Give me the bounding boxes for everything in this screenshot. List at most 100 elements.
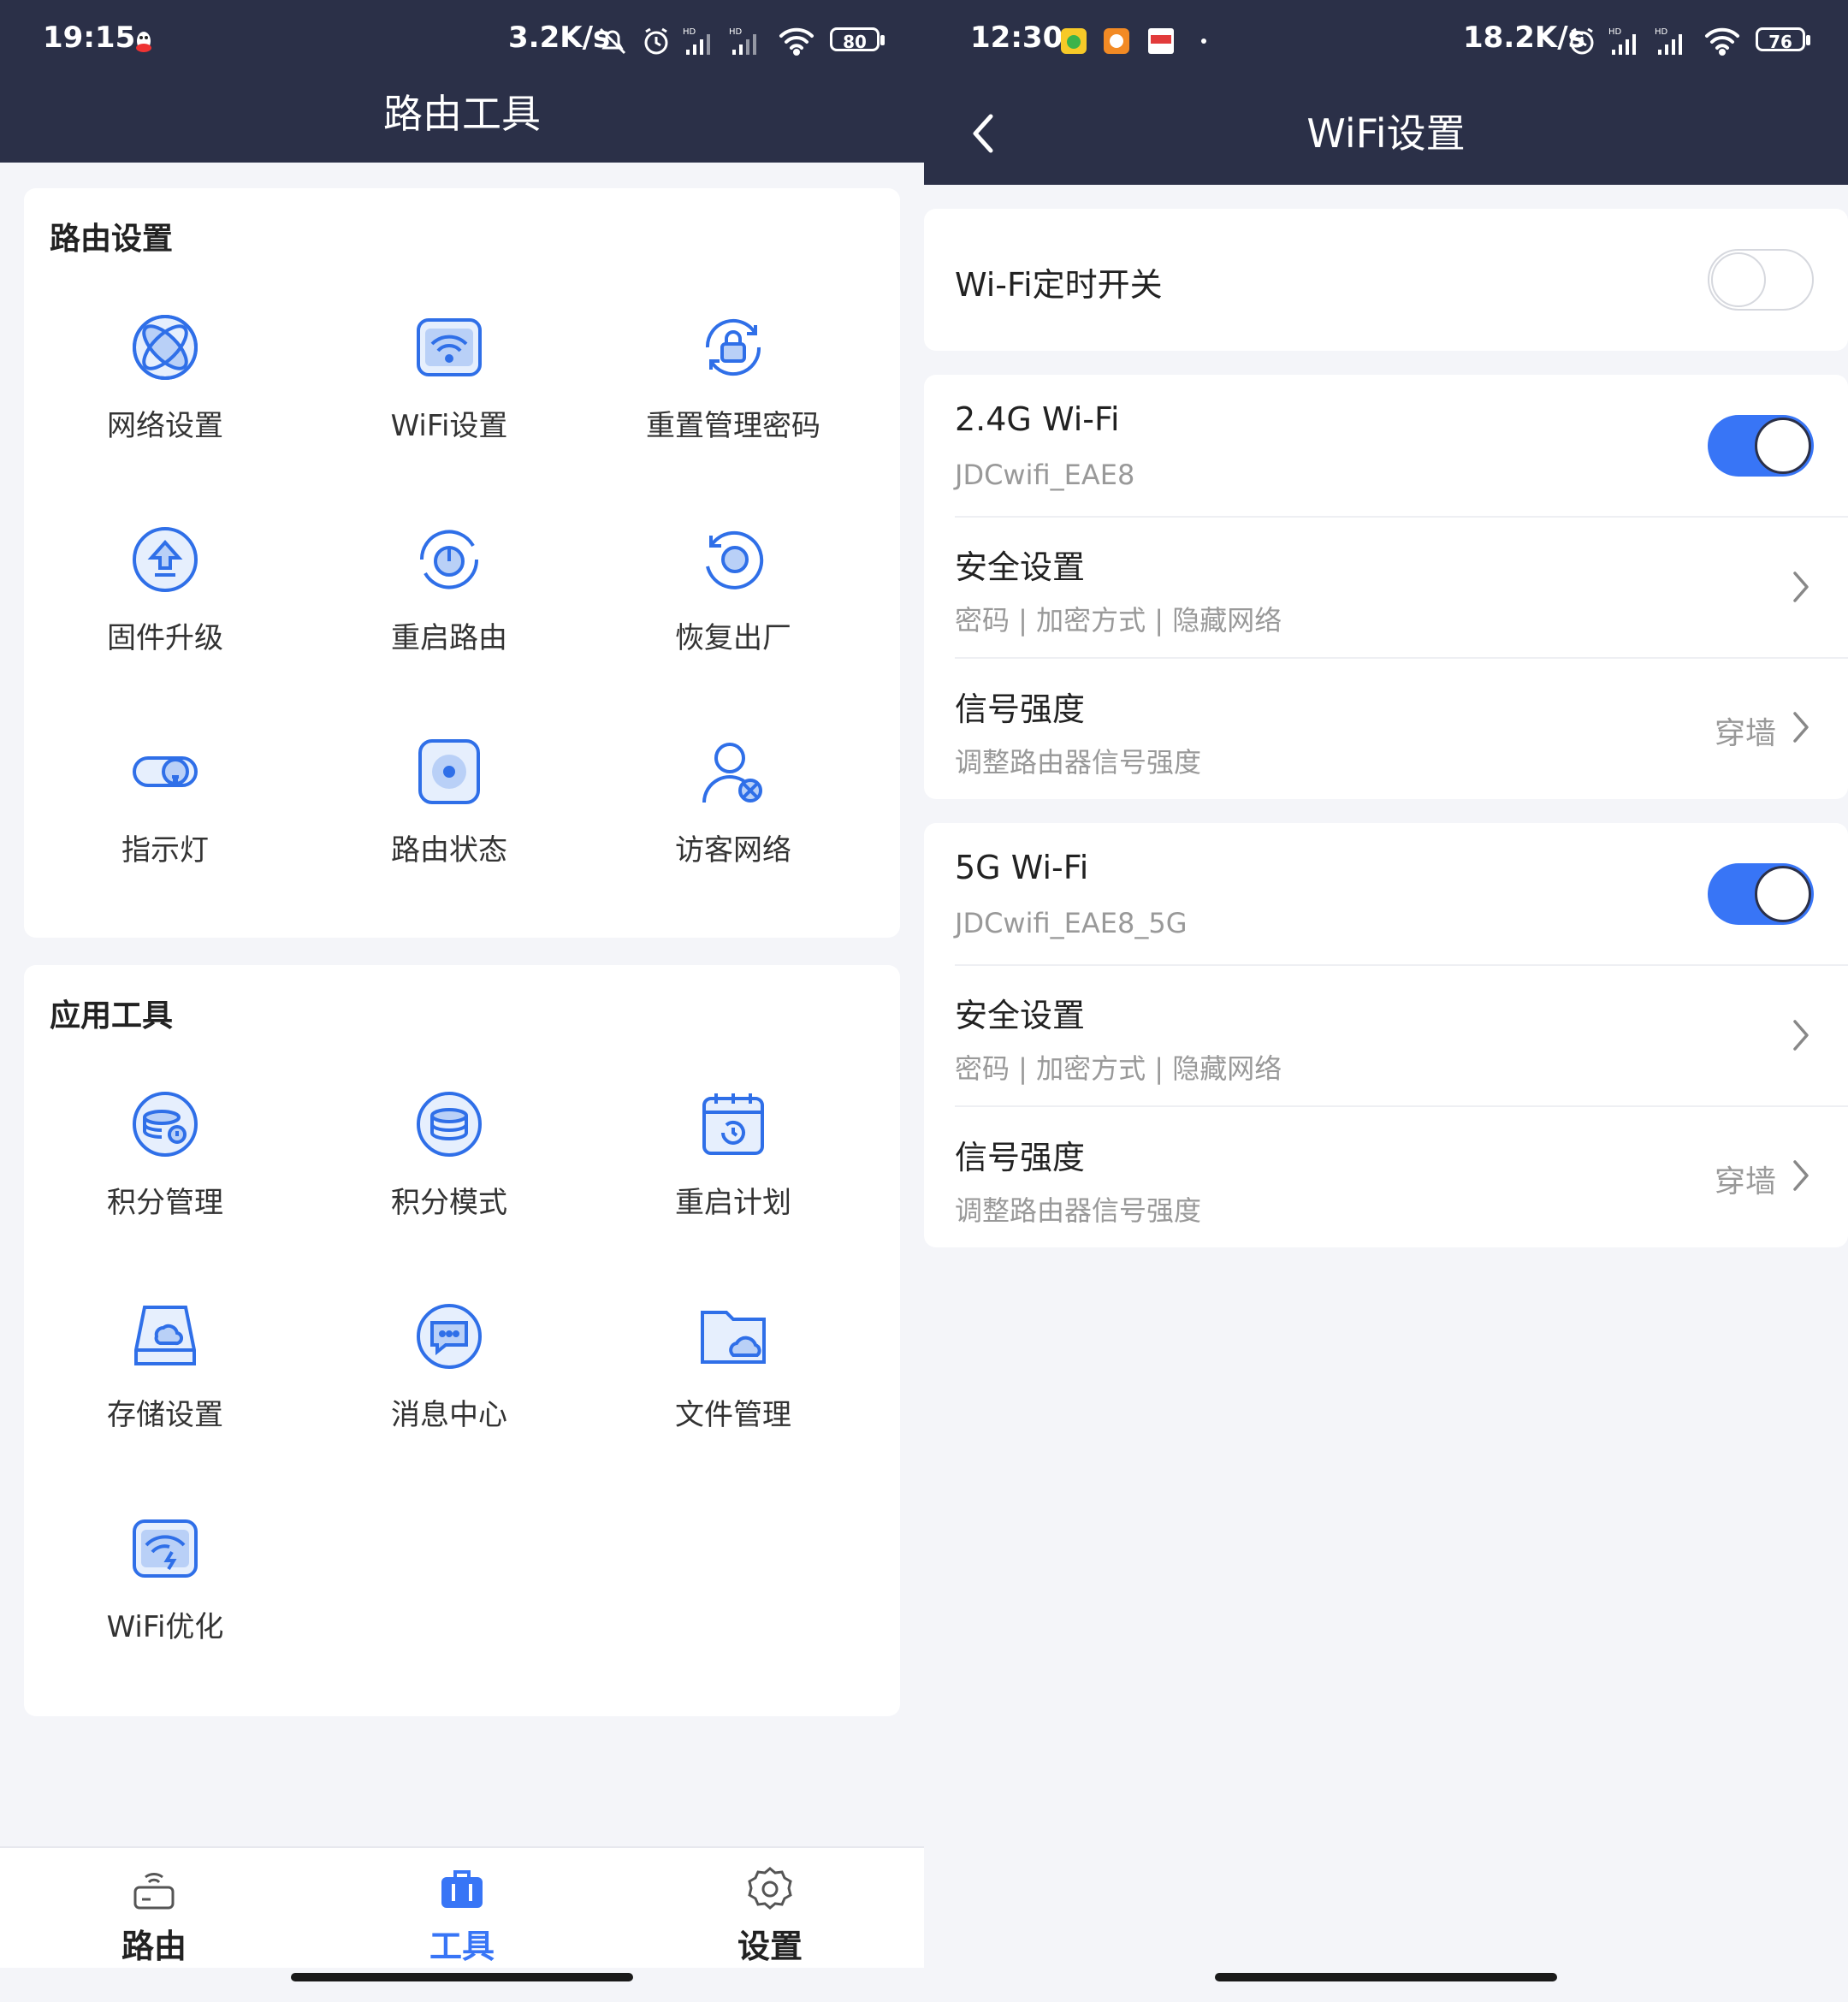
toolbox-icon xyxy=(441,1870,483,1908)
alarm-icon xyxy=(1567,26,1596,56)
page-title: WiFi设置 xyxy=(1306,110,1466,157)
tool-label: 恢复出厂 xyxy=(675,621,791,655)
network-speed: 3.2K/s xyxy=(508,21,611,55)
points-mode-icon xyxy=(417,1092,482,1157)
wifi-timer-label: Wi-Fi定时开关 xyxy=(955,266,1163,304)
security-subtitle: 密码 | 加密方式 | 隐藏网络 xyxy=(955,1052,1282,1085)
tab-settings[interactable]: 设置 xyxy=(684,1855,856,1966)
status-time: 19:15 xyxy=(43,21,136,55)
wifi-24g-security-row[interactable]: 安全设置 密码 | 加密方式 | 隐藏网络 xyxy=(924,517,1848,657)
wifi-timer-toggle[interactable] xyxy=(1708,249,1814,311)
wifi-5g-signal-row[interactable]: 信号强度 调整路由器信号强度 穿墙 xyxy=(924,1107,1848,1247)
globe-icon xyxy=(133,315,198,380)
svg-text:HD: HD xyxy=(683,27,696,37)
app-tools-card: 应用工具 积分管理 积分模式 重启计划 存储设置 消息中心 文件管理 WiFi优… xyxy=(24,965,900,1716)
power-restart-icon xyxy=(419,530,479,589)
home-indicator[interactable] xyxy=(1215,1973,1557,1981)
wifi-5g-card: 5G Wi-Fi JDCwifi_EAE8_5G 安全设置 密码 | 加密方式 … xyxy=(924,823,1848,1247)
wifi-5g-toggle[interactable] xyxy=(1708,863,1814,925)
tab-label: 路由 xyxy=(121,1928,187,1965)
wifi-5g-security-row[interactable]: 安全设置 密码 | 加密方式 | 隐藏网络 xyxy=(924,965,1848,1105)
router-settings-card: 路由设置 网络设置 WiFi设置 重置管理密码 固件升级 重启路由 恢复出厂 指… xyxy=(24,188,900,938)
tool-wifi-settings[interactable]: WiFi设置 xyxy=(308,313,590,518)
tab-router[interactable]: 路由 xyxy=(68,1855,240,1966)
wifi-24g-title: 2.4G Wi-Fi xyxy=(955,400,1120,438)
header: 路由工具 xyxy=(0,82,924,163)
status-bar: 12:30 18.2K/s HD HD 76 xyxy=(924,0,1848,82)
tool-label: 文件管理 xyxy=(675,1398,791,1432)
signal-icon-2: HD xyxy=(1655,26,1689,56)
signal-title: 信号强度 xyxy=(955,1139,1086,1176)
tool-file-management[interactable]: 文件管理 xyxy=(592,1302,874,1507)
points-manage-icon xyxy=(133,1092,198,1157)
tool-firmware-upgrade[interactable]: 固件升级 xyxy=(24,525,306,731)
wifi-24g-toggle[interactable] xyxy=(1708,415,1814,477)
svg-text:HD: HD xyxy=(729,27,743,37)
alarm-icon xyxy=(642,26,671,56)
chevron-right-icon xyxy=(1793,1020,1809,1051)
tool-label: WiFi设置 xyxy=(390,409,508,443)
tool-reboot-router[interactable]: 重启路由 xyxy=(308,525,590,731)
toggle-knob xyxy=(1755,866,1811,922)
tool-label: 积分模式 xyxy=(391,1186,507,1220)
router-status-icon xyxy=(418,739,480,804)
toggle-knob xyxy=(1755,418,1811,474)
tool-indicator-light[interactable]: 指示灯 xyxy=(24,737,306,943)
tool-label: 重启路由 xyxy=(391,621,507,655)
back-arrow-icon[interactable] xyxy=(962,110,1010,157)
section-title-app-tools: 应用工具 xyxy=(50,998,174,1034)
message-icon xyxy=(417,1304,482,1369)
bottom-tab-bar: 路由 工具 设置 xyxy=(0,1846,924,1968)
tool-message-center[interactable]: 消息中心 xyxy=(308,1302,590,1507)
header: WiFi设置 xyxy=(924,82,1848,185)
signal-subtitle: 调整路由器信号强度 xyxy=(955,1194,1202,1227)
wifi-status-icon xyxy=(779,26,814,56)
tool-storage-settings[interactable]: 存储设置 xyxy=(24,1302,306,1507)
app-notification-icon xyxy=(1104,26,1129,56)
signal-icon-2: HD xyxy=(729,26,763,56)
lock-reset-icon xyxy=(705,318,761,376)
tool-reset-admin-password[interactable]: 重置管理密码 xyxy=(592,313,874,518)
signal-value: 穿墙 xyxy=(1714,716,1776,751)
wifi-24g-signal-row[interactable]: 信号强度 调整路由器信号强度 穿墙 xyxy=(924,659,1848,799)
wifi-5g-row: 5G Wi-Fi JDCwifi_EAE8_5G xyxy=(924,823,1848,965)
tool-reboot-schedule[interactable]: 重启计划 xyxy=(592,1090,874,1295)
tool-label: 重置管理密码 xyxy=(646,409,820,443)
battery-indicator: 76 xyxy=(1756,27,1810,52)
tool-label: 固件升级 xyxy=(107,621,223,655)
chevron-right-icon xyxy=(1793,572,1809,602)
wifi-timer-row: Wi-Fi定时开关 xyxy=(924,209,1848,351)
wifi-5g-title: 5G Wi-Fi xyxy=(955,849,1089,886)
tool-label: 积分管理 xyxy=(107,1186,223,1220)
tool-network-settings[interactable]: 网络设置 xyxy=(24,313,306,518)
tool-points-mode[interactable]: 积分模式 xyxy=(308,1090,590,1295)
guest-network-icon xyxy=(702,743,762,803)
status-bar: 19:15 3.2K/s HD HD 80 xyxy=(0,0,924,82)
upgrade-icon xyxy=(133,527,198,592)
tool-router-status[interactable]: 路由状态 xyxy=(308,737,590,943)
svg-text:HD: HD xyxy=(1608,27,1622,37)
tool-label: WiFi优化 xyxy=(106,1610,224,1644)
tab-tools[interactable]: 工具 xyxy=(376,1855,548,1966)
wifi-icon xyxy=(417,318,482,376)
app-notification-icon xyxy=(1061,26,1087,56)
tool-label: 网络设置 xyxy=(107,409,223,443)
signal-subtitle: 调整路由器信号强度 xyxy=(955,746,1202,779)
factory-reset-icon xyxy=(706,530,764,589)
tool-factory-reset[interactable]: 恢复出厂 xyxy=(592,525,874,731)
security-subtitle: 密码 | 加密方式 | 隐藏网络 xyxy=(955,604,1282,637)
home-indicator[interactable] xyxy=(291,1973,633,1981)
tool-guest-network[interactable]: 访客网络 xyxy=(592,737,874,943)
tool-points-management[interactable]: 积分管理 xyxy=(24,1090,306,1295)
wifi-timer-card: Wi-Fi定时开关 xyxy=(924,209,1848,351)
tool-label: 访客网络 xyxy=(675,833,791,868)
chevron-right-icon xyxy=(1793,712,1809,743)
reboot-schedule-icon xyxy=(702,1093,764,1155)
security-title: 安全设置 xyxy=(955,997,1086,1034)
wifi-optimize-icon xyxy=(133,1519,198,1578)
tool-wifi-optimize[interactable]: WiFi优化 xyxy=(24,1514,306,1720)
wifi-5g-ssid: JDCwifi_EAE8_5G xyxy=(955,907,1188,939)
signal-icon: HD xyxy=(683,26,717,56)
tool-label: 消息中心 xyxy=(391,1398,507,1432)
wifi-settings-screen: 12:30 18.2K/s HD HD 76 WiFi设置 Wi-Fi定时开关 … xyxy=(924,0,1848,2002)
